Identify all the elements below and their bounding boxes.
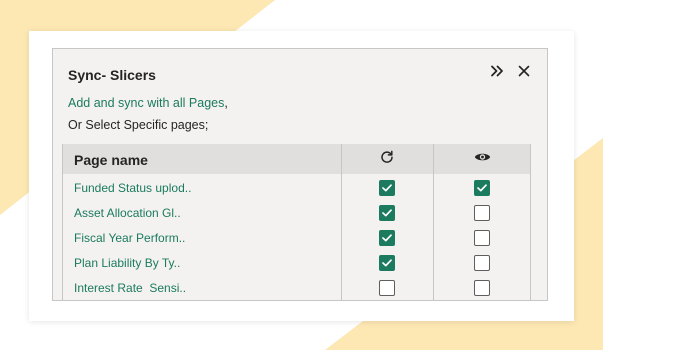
sync-all-comma: , bbox=[224, 96, 228, 110]
select-specific-pages-text: Or Select Specific pages; bbox=[68, 118, 209, 132]
pages-grid: Page name Funded Status uplod.. Asset Al… bbox=[62, 144, 531, 300]
close-icon bbox=[518, 64, 530, 82]
table-row: Fiscal Year Perform.. bbox=[63, 227, 530, 252]
sync-checkbox[interactable] bbox=[379, 180, 395, 196]
table-row: Funded Status uplod.. bbox=[63, 177, 530, 202]
sync-slicers-pane: Sync- Slicers Add and sync with all Page… bbox=[52, 48, 548, 301]
page-name-link[interactable]: Funded Status uplod.. bbox=[74, 181, 191, 195]
eye-icon bbox=[474, 150, 491, 168]
visible-checkbox[interactable] bbox=[474, 205, 490, 221]
page-name-link[interactable]: Fiscal Year Perform.. bbox=[74, 231, 185, 245]
column-header-visible bbox=[474, 151, 490, 167]
visible-checkbox[interactable] bbox=[474, 180, 490, 196]
sync-checkbox[interactable] bbox=[379, 230, 395, 246]
card: Sync- Slicers Add and sync with all Page… bbox=[29, 31, 574, 321]
visible-checkbox[interactable] bbox=[474, 280, 490, 296]
sync-all-line: Add and sync with all Pages, bbox=[68, 96, 228, 110]
page-name-link[interactable]: Asset Allocation Gl.. bbox=[74, 206, 181, 220]
table-row: Plan Liability By Ty.. bbox=[63, 252, 530, 277]
pane-title: Sync- Slicers bbox=[68, 67, 156, 83]
close-button[interactable] bbox=[513, 62, 535, 84]
expand-button[interactable] bbox=[486, 62, 508, 84]
double-chevron-right-icon bbox=[490, 64, 504, 82]
column-header-sync bbox=[379, 150, 395, 169]
sync-checkbox[interactable] bbox=[379, 280, 395, 296]
table-row: Interest Rate Sensi.. bbox=[63, 277, 530, 300]
visible-checkbox[interactable] bbox=[474, 230, 490, 246]
sync-checkbox[interactable] bbox=[379, 255, 395, 271]
column-header-page-name: Page name bbox=[74, 152, 148, 168]
page-name-link[interactable]: Interest Rate Sensi.. bbox=[74, 281, 186, 295]
refresh-icon bbox=[380, 150, 394, 169]
sync-checkbox[interactable] bbox=[379, 205, 395, 221]
table-row: Asset Allocation Gl.. bbox=[63, 202, 530, 227]
visible-checkbox[interactable] bbox=[474, 255, 490, 271]
grid-header: Page name bbox=[63, 144, 530, 174]
add-sync-all-pages-link[interactable]: Add and sync with all Pages bbox=[68, 96, 224, 110]
page-name-link[interactable]: Plan Liability By Ty.. bbox=[74, 256, 180, 270]
